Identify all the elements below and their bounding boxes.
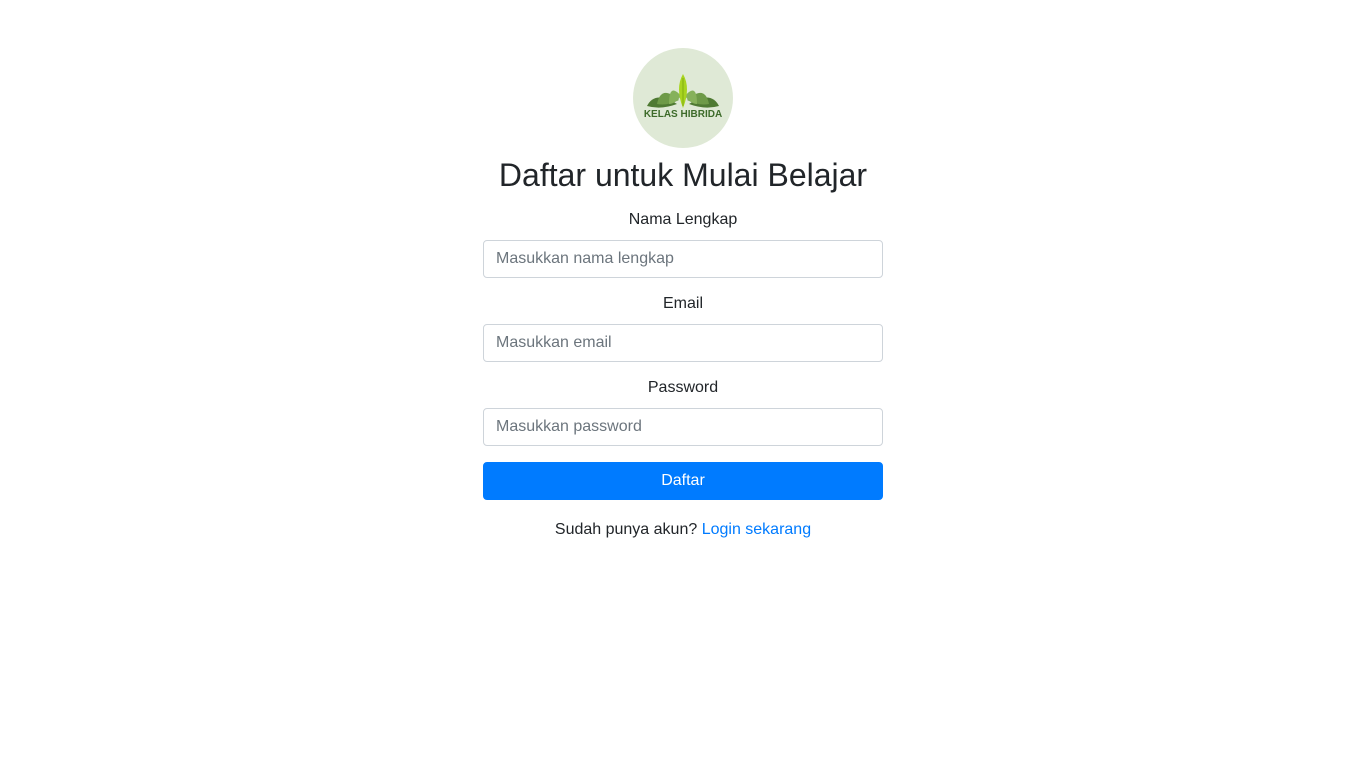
register-button[interactable]: Daftar: [483, 462, 883, 500]
login-link[interactable]: Login sekarang: [702, 521, 811, 538]
register-container: KELAS HIBRIDA Daftar untuk Mulai Belajar…: [483, 48, 883, 542]
password-form-group: Password: [483, 376, 883, 446]
email-input[interactable]: [483, 324, 883, 362]
password-label: Password: [647, 379, 719, 396]
page-title: Daftar untuk Mulai Belajar: [498, 157, 868, 193]
email-form-group: Email: [483, 292, 883, 362]
email-label: Email: [662, 295, 703, 312]
login-prompt-text: Sudah punya akun?: [554, 521, 698, 538]
register-form: Nama Lengkap Email Password Daftar: [483, 208, 883, 500]
leaf-logo-icon: [647, 74, 719, 108]
logo-text: KELAS HIBRIDA: [643, 109, 723, 120]
name-label: Nama Lengkap: [628, 211, 738, 228]
password-input[interactable]: [483, 408, 883, 446]
name-form-group: Nama Lengkap: [483, 208, 883, 278]
login-prompt: Sudah punya akun? Login sekarang: [483, 518, 883, 542]
kelas-hibrida-logo: KELAS HIBRIDA: [633, 48, 733, 148]
full-name-input[interactable]: [483, 240, 883, 278]
